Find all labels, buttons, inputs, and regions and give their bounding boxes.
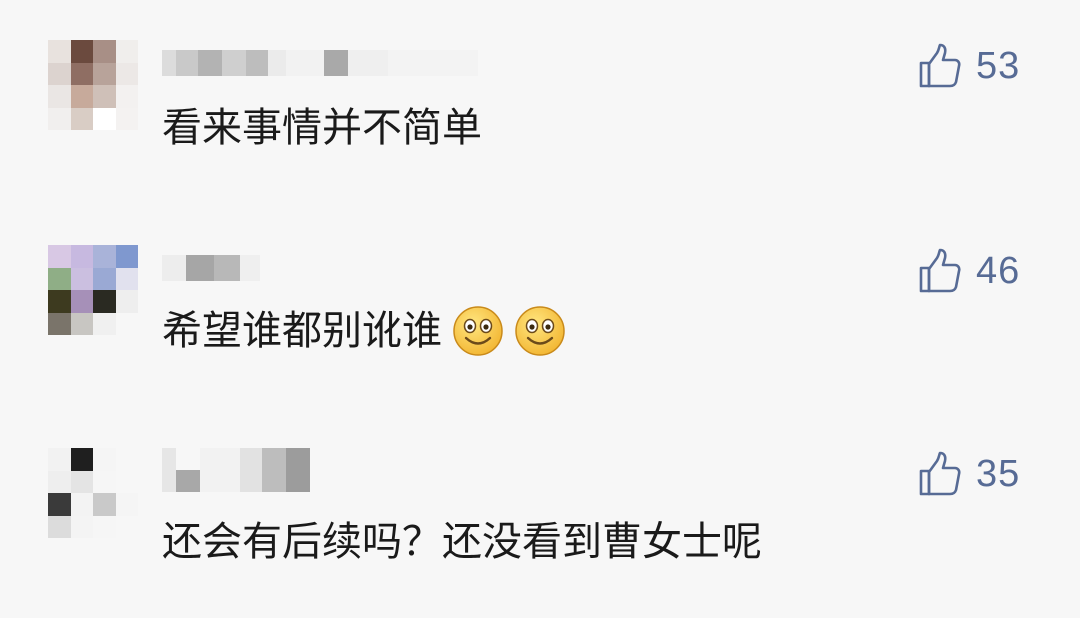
avatar[interactable] [48, 245, 138, 335]
thumbs-up-icon [919, 451, 961, 496]
avatar[interactable] [48, 40, 138, 130]
like-button[interactable]: 35 [918, 448, 1020, 500]
username-redacted[interactable] [162, 255, 260, 281]
username-redacted[interactable] [162, 50, 478, 76]
thumbs-up-icon [919, 43, 961, 88]
comment-item: 看来事情并不简单 53 [0, 40, 1080, 210]
comment-item: 还会有后续吗？还没看到曹女士呢 35 [0, 448, 1080, 618]
thumbs-up-icon [919, 248, 961, 293]
like-count: 46 [976, 249, 1021, 292]
avatar[interactable] [48, 448, 138, 538]
comment-text: 看来事情并不简单 [162, 100, 482, 156]
like-button[interactable]: 53 [918, 40, 1020, 92]
comment-text: 希望谁都别讹谁 [162, 303, 566, 359]
username-redacted[interactable] [162, 448, 310, 492]
comment-text-content: 看来事情并不简单 [162, 105, 482, 151]
like-button[interactable]: 46 [918, 245, 1020, 297]
smile-emoji-icon [515, 306, 565, 356]
comment-item: 希望谁都别讹谁 46 [0, 245, 1080, 415]
smile-emoji-icon [453, 306, 503, 356]
comment-text: 还会有后续吗？还没看到曹女士呢 [162, 514, 762, 570]
like-count: 35 [976, 452, 1021, 495]
comment-text-content: 还会有后续吗？还没看到曹女士呢 [162, 519, 762, 565]
comment-text-content: 希望谁都别讹谁 [162, 308, 442, 354]
like-count: 53 [976, 44, 1021, 87]
